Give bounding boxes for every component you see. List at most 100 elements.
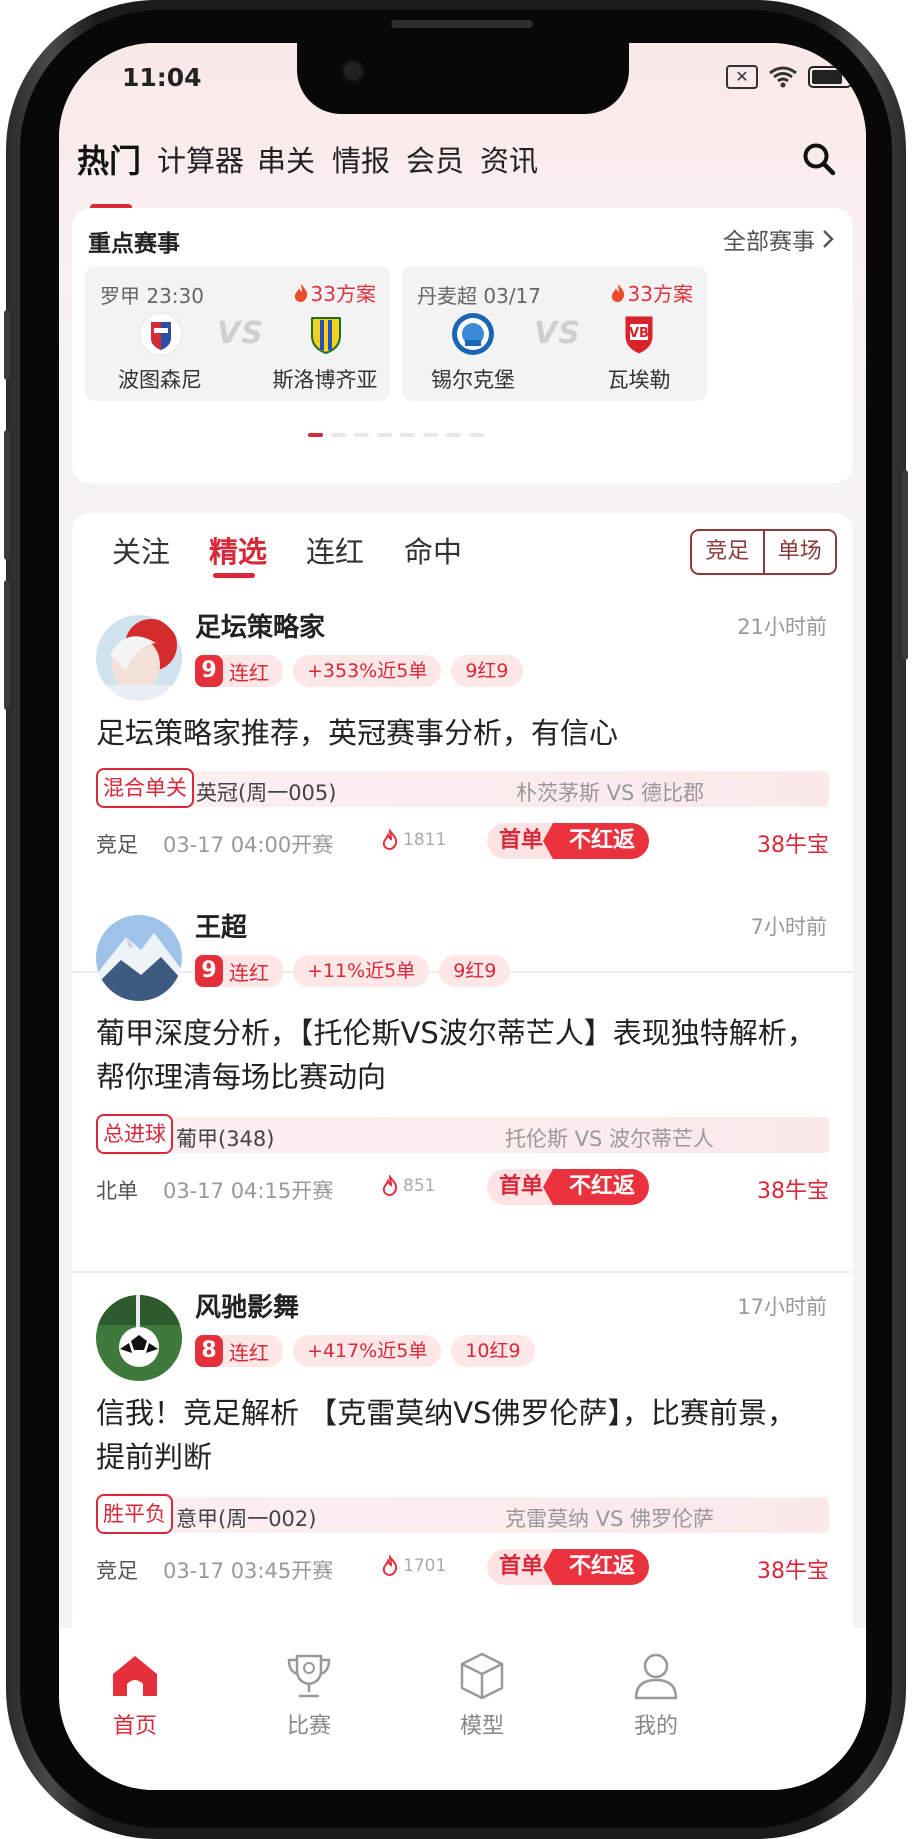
post-title[interactable]: 信我！竞足解析 【克雷莫纳VS佛罗伦萨】，比赛前景，提前判断 [96,1391,816,1479]
key-matches-title: 重点赛事 [88,231,180,257]
bottom-tab-bar: 首页 比赛 模型 我的 [59,1628,866,1790]
match-hot-label: 33方案 [310,282,376,306]
match-card[interactable]: 罗甲 23:30 33方案 VS 波图森尼 斯洛博齐亚 [85,266,390,401]
view-count: 1811 [381,829,446,851]
match-hot-label: 33方案 [627,282,693,306]
tab-matches[interactable]: 比赛 [259,1650,359,1740]
carousel-dot [423,433,438,437]
segment-danchang[interactable]: 单场 [765,531,836,573]
tab-intel[interactable]: 情报 [332,138,390,180]
team-logo-icon [139,312,183,356]
author-name: 风驰影舞 [195,1293,300,1323]
post-league: 葡甲(348) [176,1127,275,1151]
post-meta: 竞足 03-17 03:45开赛 1701 首单 不红返 38牛宝 [96,1549,829,1589]
carousel-dot [308,433,323,437]
match-hot: 33方案 [293,278,376,307]
roi-badge: +11%近5单 [293,955,430,987]
tab-news[interactable]: 资讯 [480,138,538,180]
view-count: 851 [381,1175,435,1197]
trophy-icon [287,1654,331,1698]
feed-tab-follow[interactable]: 关注 [112,529,170,571]
post-teams: 托伦斯 VS 波尔蒂芒人 [504,1127,714,1151]
avatar[interactable] [96,915,182,1001]
post-item[interactable]: 风驰影舞 17小时前 8 连红 +417%近5单 10红9 信我！竞足解析 【克… [72,1273,853,1651]
all-matches-link[interactable]: 全部赛事 [723,222,835,256]
kickoff-time: 03-17 03:45开赛 [163,1559,334,1583]
mute-switch [4,310,10,380]
tab-hot[interactable]: 热门 [77,136,141,182]
first-order-badge: 首单 不红返 [486,1549,649,1585]
tab-profile-label: 我的 [633,1714,678,1739]
lottery-type: 北单 [96,1179,138,1203]
home-team: 锡尔克堡 [431,368,515,392]
tab-parlay[interactable]: 串关 [257,138,315,180]
away-team: 瓦埃勒 [607,368,671,392]
tab-home[interactable]: 首页 [85,1650,185,1740]
lottery-type: 竞足 [96,833,138,857]
team-logo-icon [311,317,341,355]
match-card[interactable]: 丹麦超 03/17 33方案 VS VB 锡尔克堡 瓦埃勒 [402,266,707,401]
post-meta: 北单 03-17 04:15开赛 851 首单 不红返 38牛宝 [96,1169,829,1209]
author-badges: 8 连红 +417%近5单 10红9 [195,1335,535,1367]
feed-tab-streak[interactable]: 连红 [306,529,364,571]
tab-model[interactable]: 模型 [432,1650,532,1740]
status-time: 11:04 [122,63,202,92]
tab-home-label: 首页 [112,1714,157,1739]
avatar[interactable] [96,1295,182,1381]
record-badge: 10红9 [451,1335,535,1367]
feed-tab-indicator [213,573,255,578]
tab-profile[interactable]: 我的 [606,1650,706,1740]
feed-card: 关注 精选 连红 命中 竞足 单场 足坛策略家 21小时前 9 连红 +353%… [72,513,853,1790]
wifi-icon [769,66,797,88]
streak-label: 连红 [229,660,269,685]
post-item[interactable]: 王超 7小时前 9 连红 +11%近5单 9红9 葡甲深度分析，【托伦斯VS波尔… [72,893,853,1273]
lottery-type-toggle: 竞足 单场 [690,529,837,575]
no-sim-icon: ✕ [726,65,758,89]
refund-label: 不红返 [542,1169,649,1205]
flame-icon [294,283,307,302]
match-info-bar: 混合单关 英冠(周一005) 朴茨茅斯 VS 德比郡 [96,768,829,808]
screen: 11:04 ✕ 热门 计算器 串关 情报 会员 资讯 重点赛事 全部赛事 罗甲 … [59,43,866,1790]
author-name: 王超 [195,913,248,943]
search-icon[interactable] [802,142,836,176]
post-time: 21小时前 [737,615,827,639]
streak-count: 9 [195,655,223,687]
carousel-dot [377,433,392,437]
match-league-time: 罗甲 23:30 [100,284,204,308]
view-count-value: 1701 [403,1556,447,1576]
view-count-value: 1811 [403,830,447,850]
post-teams: 克雷莫纳 VS 佛罗伦萨 [504,1507,714,1531]
flame-outline-icon [382,1555,398,1577]
view-count-value: 851 [403,1176,436,1196]
post-time: 7小时前 [750,915,827,939]
cube-icon [460,1652,504,1700]
carousel-dot [446,433,461,437]
post-meta: 竞足 03-17 04:00开赛 1811 首单 不红返 38牛宝 [96,823,829,863]
avatar[interactable] [96,615,182,701]
vs-label: VS [217,316,264,351]
volume-down-button [4,580,10,710]
status-icons: ✕ [726,65,856,89]
user-icon [634,1653,678,1700]
power-button [902,470,908,660]
post-title[interactable]: 葡甲深度分析，【托伦斯VS波尔蒂芒人】表现独特解析，帮你理清每场比赛动向 [96,1011,816,1099]
away-team: 斯洛博齐亚 [272,368,378,392]
feed-tab-hit[interactable]: 命中 [404,529,462,571]
tab-member[interactable]: 会员 [406,138,464,180]
first-order-badge: 首单 不红返 [486,823,649,859]
post-time: 17小时前 [737,1295,827,1319]
speaker [391,20,533,28]
roi-badge: +353%近5单 [293,655,442,687]
carousel-indicator [308,433,484,437]
refund-label: 不红返 [542,823,649,859]
kickoff-time: 03-17 04:00开赛 [163,833,334,857]
post-title[interactable]: 足坛策略家推荐，英冠赛事分析，有信心 [96,711,816,755]
segment-jingzu[interactable]: 竞足 [692,531,765,573]
author-name: 足坛策略家 [195,613,326,643]
streak-label: 连红 [229,960,269,985]
feed-tab-featured[interactable]: 精选 [209,529,267,571]
post-teams: 朴茨茅斯 VS 德比郡 [515,781,704,805]
view-count: 1701 [381,1555,446,1577]
post-league: 意甲(周一002) [176,1507,317,1531]
tab-calculator[interactable]: 计算器 [157,138,244,180]
